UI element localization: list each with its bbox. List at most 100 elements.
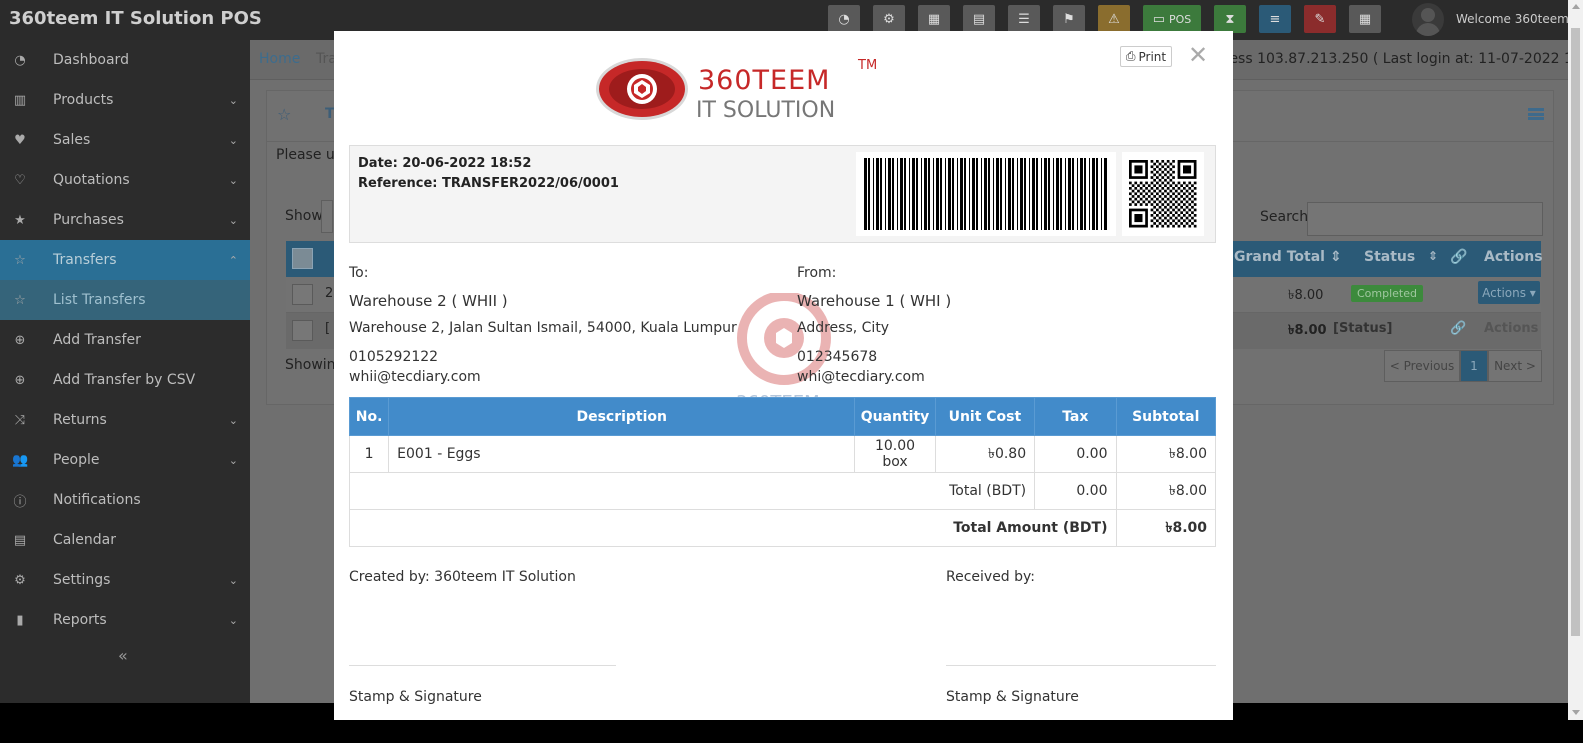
scroll-down-arrow-icon[interactable]: [1572, 710, 1580, 715]
qr-module: [1142, 189, 1146, 193]
sidebar-collapse-button[interactable]: «: [118, 646, 128, 665]
sidebar-item-add-transfer-by-csv[interactable]: ⊕ Add Transfer by CSV: [0, 360, 250, 400]
sidebar-item-returns[interactable]: ⤨ Returns ⌄: [0, 400, 250, 440]
qr-module: [1193, 192, 1197, 196]
panel-menu-icon[interactable]: [1528, 108, 1544, 120]
qr-module: [1177, 192, 1181, 196]
topbar-calendar-button[interactable]: ▤: [963, 5, 995, 33]
sidebar-item-quotations[interactable]: ♡ Quotations ⌄: [0, 160, 250, 200]
qr-module: [1180, 195, 1183, 198]
row-checkbox[interactable]: [292, 284, 313, 305]
qr-module: [1183, 208, 1186, 212]
topbar-warning-button[interactable]: ⚠: [1098, 5, 1130, 33]
topbar-cogs-button[interactable]: ⚙: [873, 5, 905, 33]
sidebar-item-people[interactable]: 👥 People ⌄: [0, 440, 250, 480]
qr-module: [1158, 200, 1162, 204]
cog-icon: ⚙: [14, 572, 26, 588]
qr-module: [1161, 160, 1165, 163]
topbar-pos-button[interactable]: ▭ POS: [1143, 5, 1201, 33]
topbar-hourglass-button[interactable]: ⧗: [1214, 5, 1246, 33]
column-status[interactable]: Status: [1364, 249, 1415, 265]
barcode-bar: [936, 158, 939, 230]
last-login-info: ress 103.87.213.250 ( Last login at: 11-…: [1224, 51, 1583, 67]
barcode-bar: [876, 158, 879, 230]
sidebar-item-notifications[interactable]: ⓘ Notifications: [0, 480, 250, 520]
close-icon[interactable]: ✕: [1188, 41, 1208, 69]
sidebar-item-settings[interactable]: ⚙ Settings ⌄: [0, 560, 250, 600]
star-outline-icon: ☆: [277, 105, 292, 124]
qr-module: [1172, 181, 1175, 185]
qr-module: [1156, 170, 1159, 174]
qr-module: [1169, 205, 1173, 209]
topbar-flag-button[interactable]: ⚑: [1053, 5, 1085, 33]
sidebar-item-products[interactable]: ▥ Products ⌄: [0, 80, 250, 120]
sidebar-item-purchases[interactable]: ★ Purchases ⌄: [0, 200, 250, 240]
print-button[interactable]: ⎙ Print: [1120, 46, 1172, 67]
qr-module: [1172, 203, 1175, 206]
barcode-bar: [900, 158, 903, 230]
total-tax: 0.00: [1034, 472, 1117, 510]
qr-module: [1158, 162, 1162, 166]
scroll-up-arrow-icon[interactable]: [1572, 4, 1580, 9]
topbar-list-alt-button[interactable]: ☰: [1008, 5, 1040, 33]
qr-code-image: [1122, 152, 1204, 236]
footer-checkbox[interactable]: [292, 320, 313, 341]
welcome-text[interactable]: Welcome 360teem: [1456, 12, 1569, 26]
qr-module: [1166, 181, 1170, 185]
sidebar-item-calendar[interactable]: ▤ Calendar: [0, 520, 250, 560]
sidebar-item-sales[interactable]: ♥ Sales ⌄: [0, 120, 250, 160]
qr-module: [1156, 192, 1159, 196]
sort-icon: ⇕: [1428, 249, 1439, 263]
barcode-bar: [1044, 158, 1047, 230]
search-label: Search: [1260, 209, 1309, 225]
topbar-eraser-button[interactable]: ✎: [1304, 5, 1336, 33]
qr-module: [1193, 197, 1197, 201]
stamp-signature-left: Stamp & Signature: [349, 689, 482, 705]
to-label: To:: [349, 265, 369, 281]
select-all-checkbox[interactable]: [292, 248, 313, 269]
barcode-bar: [888, 158, 891, 230]
pagination-page-1[interactable]: 1: [1460, 350, 1488, 382]
sidebar-item-add-transfer[interactable]: ⊕ Add Transfer: [0, 320, 250, 360]
qr-module: [1158, 222, 1162, 225]
sidebar-item-label: Products: [53, 92, 114, 108]
qr-module: [1169, 173, 1173, 177]
qr-module: [1185, 189, 1189, 193]
column-grand-total[interactable]: Grand Total ⇕: [1234, 249, 1342, 265]
show-entries-select[interactable]: [321, 200, 333, 233]
actions-dropdown-button[interactable]: Actions ▾: [1478, 281, 1540, 304]
topbar-list-button[interactable]: ≡: [1259, 5, 1291, 33]
sidebar-item-label: Add Transfer: [53, 332, 141, 348]
qr-module: [1188, 192, 1192, 196]
qr-module: [1139, 197, 1143, 201]
scrollbar-thumb[interactable]: [1571, 28, 1580, 636]
pagination-next[interactable]: Next >: [1488, 350, 1542, 382]
topbar-grid-button[interactable]: ▦: [1349, 5, 1381, 33]
topbar-calculator-button[interactable]: ▦: [918, 5, 950, 33]
qr-module: [1169, 222, 1173, 225]
user-avatar[interactable]: [1412, 3, 1444, 36]
item-description: E001 - Eggs: [388, 435, 856, 473]
page-scrollbar[interactable]: [1568, 0, 1583, 720]
info-circle-icon: ⓘ: [13, 494, 27, 510]
footer-id: [: [325, 321, 331, 336]
transfer-date: Date: 20-06-2022 18:52: [358, 156, 532, 171]
app-title[interactable]: 360teem IT Solution POS: [9, 8, 262, 29]
qr-module: [1169, 162, 1173, 166]
qr-module: [1164, 200, 1167, 204]
sidebar-item-reports[interactable]: ▮ Reports ⌄: [0, 600, 250, 640]
breadcrumb-home-link[interactable]: Home: [259, 51, 300, 67]
heart-icon: ♥: [14, 132, 26, 148]
sidebar-item-list-transfers[interactable]: ☆ List Transfers: [0, 280, 250, 320]
search-input[interactable]: [1307, 202, 1543, 236]
qr-module: [1191, 216, 1194, 220]
topbar-dashboard-button[interactable]: ◔: [828, 5, 860, 33]
topbar-button-label: POS: [1169, 12, 1192, 26]
pagination-previous[interactable]: < Previous: [1384, 350, 1460, 382]
show-entries-label: Show: [285, 208, 323, 224]
qr-module: [1185, 211, 1189, 214]
sidebar-item-dashboard[interactable]: ◔ Dashboard: [0, 40, 250, 80]
chevron-down-icon: ⌄: [228, 573, 238, 587]
sidebar-item-transfers[interactable]: ☆ Transfers ⌃: [0, 240, 250, 280]
logo-main-text: 360TEEM: [698, 65, 830, 96]
